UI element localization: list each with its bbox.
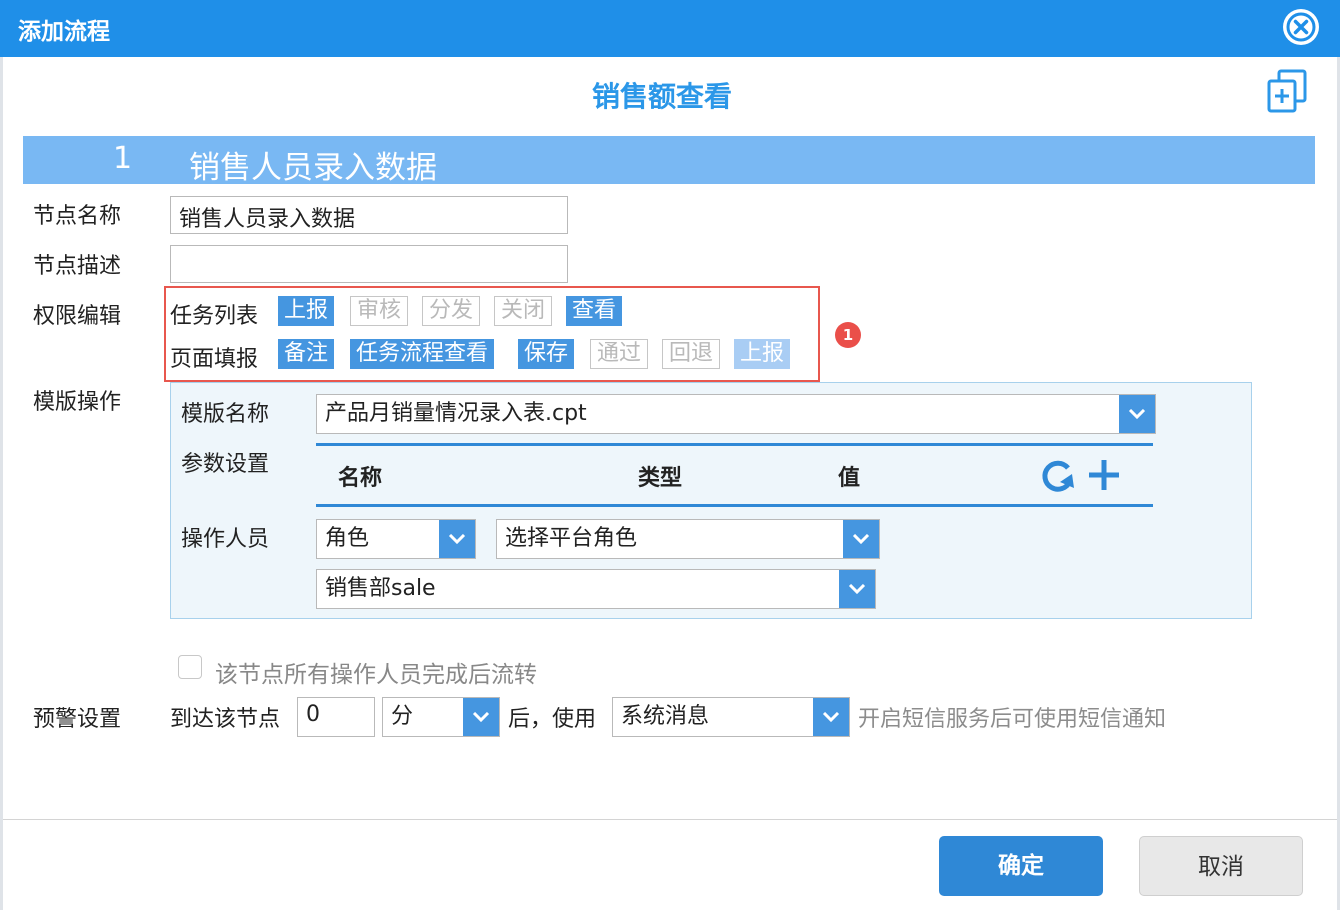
copy-add-icon[interactable] xyxy=(1265,68,1311,114)
params-label: 参数设置 xyxy=(181,452,270,477)
node-desc-label: 节点描述 xyxy=(33,254,122,279)
operator-platform-select[interactable]: 选择平台角色 xyxy=(496,519,880,559)
param-table-header: 名称 类型 值 xyxy=(316,443,1153,507)
tag-page-save[interactable]: 保存 xyxy=(518,339,575,369)
dialog-title: 添加流程 xyxy=(18,19,110,45)
operator-label: 操作人员 xyxy=(181,527,270,552)
node-number: 1 xyxy=(113,141,133,176)
tag-task-audit[interactable]: 审核 xyxy=(350,296,409,326)
chevron-down-icon[interactable] xyxy=(843,520,879,558)
warning-label: 预警设置 xyxy=(33,707,122,732)
warning-method-select[interactable]: 系统消息 xyxy=(612,697,850,737)
operator-platform-value: 选择平台角色 xyxy=(505,526,638,551)
node-desc-input[interactable] xyxy=(170,245,568,283)
sms-hint: 开启短信服务后可使用短信通知 xyxy=(858,707,1167,732)
plus-icon[interactable] xyxy=(1086,458,1122,494)
warning-method-value: 系统消息 xyxy=(621,704,710,729)
warning-unit-select[interactable]: 分 xyxy=(382,697,500,737)
confirm-button[interactable]: 确定 xyxy=(939,836,1103,896)
param-col-value: 值 xyxy=(838,466,861,491)
node-header-name: 销售人员录入数据 xyxy=(189,150,437,186)
page-fill-tags: 备注 任务流程查看 保存 通过 回退 上报 xyxy=(0,339,1340,369)
operator-role-value: 销售部sale xyxy=(325,576,436,601)
chevron-down-icon[interactable] xyxy=(463,698,499,736)
cancel-button[interactable]: 取消 xyxy=(1139,836,1303,896)
chevron-down-icon[interactable] xyxy=(439,520,475,558)
close-icon xyxy=(1286,12,1316,42)
tag-page-approve[interactable]: 通过 xyxy=(590,339,649,369)
template-name-label: 模版名称 xyxy=(181,402,270,427)
tag-page-report[interactable]: 上报 xyxy=(734,339,791,369)
warning-middle-text: 后，使用 xyxy=(508,707,597,732)
chevron-down-icon[interactable] xyxy=(813,698,849,736)
warning-amount-input[interactable]: 0 xyxy=(297,697,375,737)
flow-after-all-label: 该节点所有操作人员完成后流转 xyxy=(215,662,537,688)
node-header: 1 销售人员录入数据 xyxy=(23,136,1315,186)
tag-task-close[interactable]: 关闭 xyxy=(494,296,553,326)
tag-task-report[interactable]: 上报 xyxy=(278,296,335,326)
flow-after-all-checkbox[interactable] xyxy=(178,655,202,679)
tag-page-flowview[interactable]: 任务流程查看 xyxy=(350,339,495,369)
param-col-type: 类型 xyxy=(638,466,683,491)
operator-type-value: 角色 xyxy=(325,526,370,551)
chevron-down-icon[interactable] xyxy=(1119,395,1155,433)
chevron-down-icon[interactable] xyxy=(839,570,875,608)
tag-task-dispatch[interactable]: 分发 xyxy=(422,296,481,326)
warning-prefix: 到达该节点 xyxy=(170,707,281,732)
warning-unit-value: 分 xyxy=(391,704,414,729)
flow-title: 销售额查看 xyxy=(591,80,732,113)
dialog-title-bar: 添加流程 xyxy=(0,0,1340,57)
close-button[interactable] xyxy=(1283,9,1319,45)
dialog-left-border xyxy=(0,57,3,910)
node-name-input[interactable]: 销售人员录入数据 xyxy=(170,196,568,234)
operator-role-select[interactable]: 销售部sale xyxy=(316,569,876,609)
tag-page-remark[interactable]: 备注 xyxy=(278,339,335,369)
tag-page-return[interactable]: 回退 xyxy=(662,339,721,369)
template-section-label: 模版操作 xyxy=(33,390,122,415)
footer-divider xyxy=(3,819,1337,820)
tag-task-view[interactable]: 查看 xyxy=(566,296,623,326)
operator-type-select[interactable]: 角色 xyxy=(316,519,476,559)
template-name-select[interactable]: 产品月销量情况录入表.cpt xyxy=(316,394,1156,434)
annotation-badge: 1 xyxy=(835,322,861,348)
template-name-value: 产品月销量情况录入表.cpt xyxy=(325,401,587,426)
node-name-label: 节点名称 xyxy=(33,204,122,229)
param-col-name: 名称 xyxy=(338,466,383,491)
refresh-icon[interactable] xyxy=(1038,458,1078,494)
task-list-tags: 上报 审核 分发 关闭 查看 xyxy=(0,296,1340,326)
